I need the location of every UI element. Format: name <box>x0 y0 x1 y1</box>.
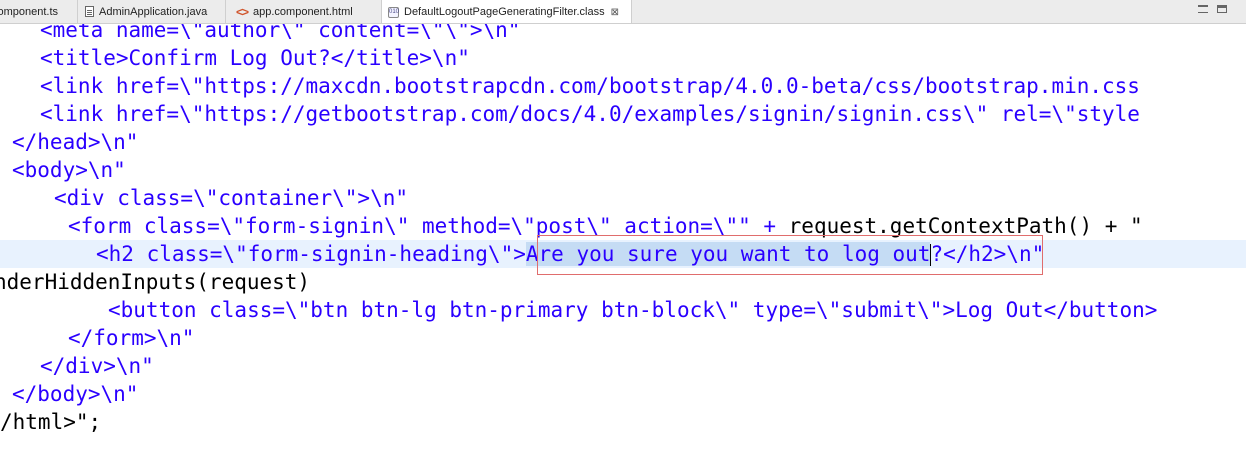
code-text: <link href=\"https://maxcdn.bootstrapcdn… <box>40 74 1140 98</box>
code-text: <link href=\"https://getbootstrap.com/do… <box>40 102 1140 126</box>
java-file-icon <box>85 6 94 17</box>
tab-component-ts[interactable]: component.ts <box>0 0 78 23</box>
code-string: <form class=\"form-signin\" method=\"pos… <box>68 214 789 238</box>
class-file-icon: 010 <box>388 6 399 18</box>
code-editor[interactable]: <meta name=\"author\" content=\"\">\n" <… <box>0 24 1246 468</box>
tab-label: component.ts <box>0 5 59 18</box>
code-line: <meta name=\"author\" content=\"\">\n" <box>0 24 1246 44</box>
code-expression: request.getContextPath() + " <box>788 214 1143 238</box>
code-line: </form>\n" <box>0 324 1246 352</box>
tab-label: DefaultLogoutPageGeneratingFilter.class <box>404 6 605 18</box>
code-text: </form>\n" <box>68 326 195 350</box>
code-line: <link href=\"https://maxcdn.bootstrapcdn… <box>0 72 1246 100</box>
code-line: <button class=\"btn btn-lg btn-primary b… <box>0 296 1246 324</box>
close-icon[interactable]: ⊠ <box>611 7 619 18</box>
code-text: <meta name=\"author\" content=\"\">\n" <box>40 24 521 42</box>
code-text: </div>\n" <box>40 354 154 378</box>
code-text: </head>\n" <box>12 130 139 154</box>
maximize-icon[interactable] <box>1217 5 1227 13</box>
code-text: /html>"; <box>0 410 102 434</box>
tab-default-logout-page-generating-filter-class[interactable]: 010 DefaultLogoutPageGeneratingFilter.cl… <box>382 0 632 23</box>
selected-text: Are you sure you want to log out <box>525 242 931 266</box>
code-text: <h2 class=\"form-signin-heading\">Are yo… <box>96 240 1044 268</box>
code-line: <form class=\"form-signin\" method=\"pos… <box>0 212 1246 240</box>
code-line: <div class=\"container\">\n" <box>0 184 1246 212</box>
code-text: <title>Confirm Log Out?</title>\n" <box>40 46 470 70</box>
code-line: </div>\n" <box>0 352 1246 380</box>
code-string: ?</h2>\n" <box>930 242 1045 266</box>
code-line: /html>"; <box>0 408 1246 436</box>
code-text: </body>\n" <box>12 382 139 406</box>
tab-label: app.component.html <box>253 5 353 18</box>
code-text: <body>\n" <box>12 158 126 182</box>
code-text: <form class=\"form-signin\" method=\"pos… <box>68 212 1143 240</box>
code-text: <div class=\"container\">\n" <box>54 186 409 210</box>
code-line: <body>\n" <box>0 156 1246 184</box>
code-line: nderHiddenInputs(request) <box>0 268 1246 296</box>
code-line: <link href=\"https://getbootstrap.com/do… <box>0 100 1246 128</box>
code-text: nderHiddenInputs(request) <box>0 270 311 294</box>
code-line: </body>\n" <box>0 380 1246 408</box>
code-line: </head>\n" <box>0 128 1246 156</box>
current-code-line: <h2 class=\"form-signin-heading\">Are yo… <box>0 240 1246 268</box>
code-text: <button class=\"btn btn-lg btn-primary b… <box>108 298 1158 322</box>
tab-admin-application-java[interactable]: AdminApplication.java <box>78 0 226 23</box>
html-file-icon: <> <box>236 4 249 19</box>
code-string: <h2 class=\"form-signin-heading\"> <box>96 242 526 266</box>
minimize-icon[interactable] <box>1198 5 1208 13</box>
tab-label: AdminApplication.java <box>99 5 208 18</box>
code-line: <title>Confirm Log Out?</title>\n" <box>0 44 1246 72</box>
tab-app-component-html[interactable]: <> app.component.html <box>226 0 382 23</box>
editor-tab-bar: component.ts AdminApplication.java <> ap… <box>0 0 1246 24</box>
